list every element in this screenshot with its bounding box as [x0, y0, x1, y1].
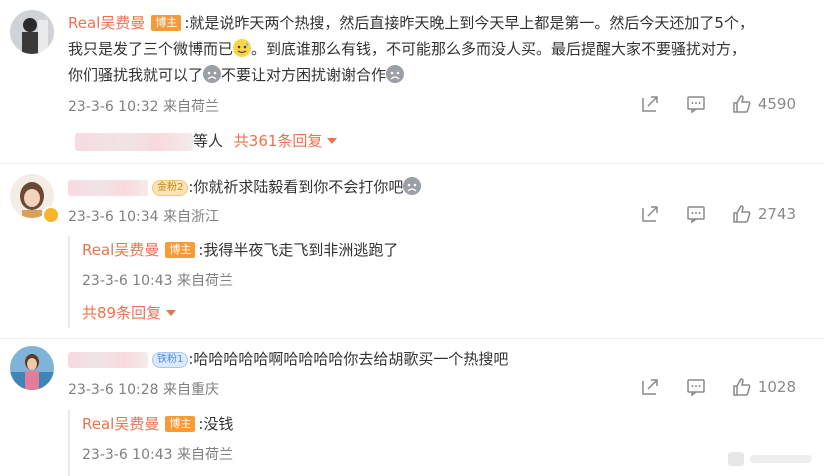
- blurred-username[interactable]: [68, 179, 148, 196]
- share-button[interactable]: [640, 204, 660, 224]
- blurred-names: [75, 132, 193, 151]
- avatar[interactable]: [10, 346, 54, 390]
- fan-badge: 铁粉1: [152, 352, 189, 368]
- comment-button[interactable]: [686, 94, 706, 114]
- reply-list: Real吴费曼 博主:没钱 23-3-6 10:43 来自荷兰: [68, 410, 804, 476]
- comment-actions: 4590: [614, 94, 796, 114]
- blurred-username[interactable]: [68, 351, 148, 368]
- host-badge: 博主: [165, 416, 196, 432]
- divider: [0, 338, 824, 339]
- comment-time: 23-3-6 10:32 来自荷兰: [68, 99, 219, 115]
- caret-down-icon: [327, 138, 338, 144]
- reply-item: Real吴费曼 博主:我得半夜飞走飞到非洲逃跑了: [82, 238, 398, 262]
- like-button[interactable]: 2743: [732, 204, 796, 224]
- reply-list: Real吴费曼 博主:我得半夜飞走飞到非洲逃跑了 23-3-6 10:43 来自荷…: [68, 236, 804, 328]
- share-icon: [642, 206, 658, 222]
- reply-item: Real吴费曼 博主:没钱: [82, 412, 233, 436]
- comment-body-part: 。到底谁那么有钱，不可能那么多而没人买。最后提醒大家不要骚扰对方，: [251, 40, 747, 58]
- like-button[interactable]: 1028: [732, 377, 796, 397]
- comment-body-part: :就是说昨天两个热搜，然后直接昨天晚上到今天早上都是第一。然后今天还加了5个，: [184, 14, 754, 32]
- more-replies-link[interactable]: 共89条回复: [82, 302, 177, 323]
- fan-badge: 金粉2: [152, 180, 189, 196]
- emoji-sweat-icon: [233, 39, 252, 57]
- comment-icon: [687, 96, 705, 114]
- more-replies-link[interactable]: 共361条回复: [234, 132, 338, 150]
- comment-time: 23-3-6 10:34 来自浙江: [68, 209, 219, 225]
- watermark-logo: [728, 452, 812, 466]
- like-icon: [733, 95, 751, 113]
- comment-icon: [687, 206, 705, 224]
- comment-actions: 2743: [614, 204, 796, 224]
- reply-time: 23-3-6 10:43 来自荷兰: [82, 273, 233, 289]
- reply-time: 23-3-6 10:43 来自荷兰: [82, 447, 233, 463]
- username[interactable]: Real吴费曼: [68, 14, 145, 32]
- share-icon: [642, 96, 658, 112]
- emoji-cry-icon: [386, 65, 405, 83]
- comment-list: Real吴费曼 博主:就是说昨天两个热搜，然后直接昨天晚上到今天早上都是第一。然后…: [0, 0, 824, 476]
- host-badge: 博主: [165, 242, 196, 258]
- reply-body: :我得半夜飞走飞到非洲逃跑了: [198, 241, 399, 259]
- comment-body-part: 我只是发了三个微博而已: [68, 40, 234, 58]
- comment-button[interactable]: [686, 204, 706, 224]
- comment-body-part: 你们骚扰我就可以了: [68, 66, 204, 84]
- reply-summary: 等人 共361条回复: [75, 130, 338, 151]
- like-button[interactable]: 4590: [732, 94, 796, 114]
- like-count: 1028: [757, 378, 796, 396]
- username[interactable]: Real吴费曼: [82, 241, 159, 259]
- comment-icon: [687, 379, 705, 397]
- comment-button[interactable]: [686, 377, 706, 397]
- username[interactable]: Real吴费曼: [82, 415, 159, 433]
- reply-body: :没钱: [198, 415, 234, 433]
- share-button[interactable]: [640, 377, 660, 397]
- comment-actions: 1028: [614, 377, 796, 397]
- comment-text: 铁粉1:哈哈哈哈哈啊哈哈哈哈你去给胡歌买一个热搜吧: [68, 346, 806, 372]
- emoji-cry-icon: [203, 65, 222, 83]
- like-icon: [733, 378, 751, 396]
- like-icon: [733, 205, 751, 223]
- comment-text: 金粉2:你就祈求陆毅看到你不会打你吧: [68, 174, 806, 200]
- comment-body: :你就祈求陆毅看到你不会打你吧: [188, 178, 404, 196]
- host-badge: 博主: [151, 15, 182, 31]
- share-icon: [642, 379, 658, 395]
- like-count: 4590: [757, 95, 796, 113]
- share-button[interactable]: [640, 94, 660, 114]
- divider: [0, 163, 824, 164]
- like-count: 2743: [757, 205, 796, 223]
- verified-badge-icon: [42, 206, 60, 224]
- avatar[interactable]: [10, 10, 54, 54]
- comment-body-part: 不要让对方困扰谢谢合作: [221, 66, 387, 84]
- comment-text: Real吴费曼 博主:就是说昨天两个热搜，然后直接昨天晚上到今天早上都是第一。然后…: [68, 10, 806, 88]
- comment-time: 23-3-6 10:28 来自重庆: [68, 382, 219, 398]
- caret-down-icon: [166, 310, 177, 316]
- emoji-cry-icon: [403, 177, 422, 195]
- comment-body: :哈哈哈哈哈啊哈哈哈哈你去给胡歌买一个热搜吧: [188, 350, 509, 368]
- replies-partial-text: 等人: [193, 132, 224, 150]
